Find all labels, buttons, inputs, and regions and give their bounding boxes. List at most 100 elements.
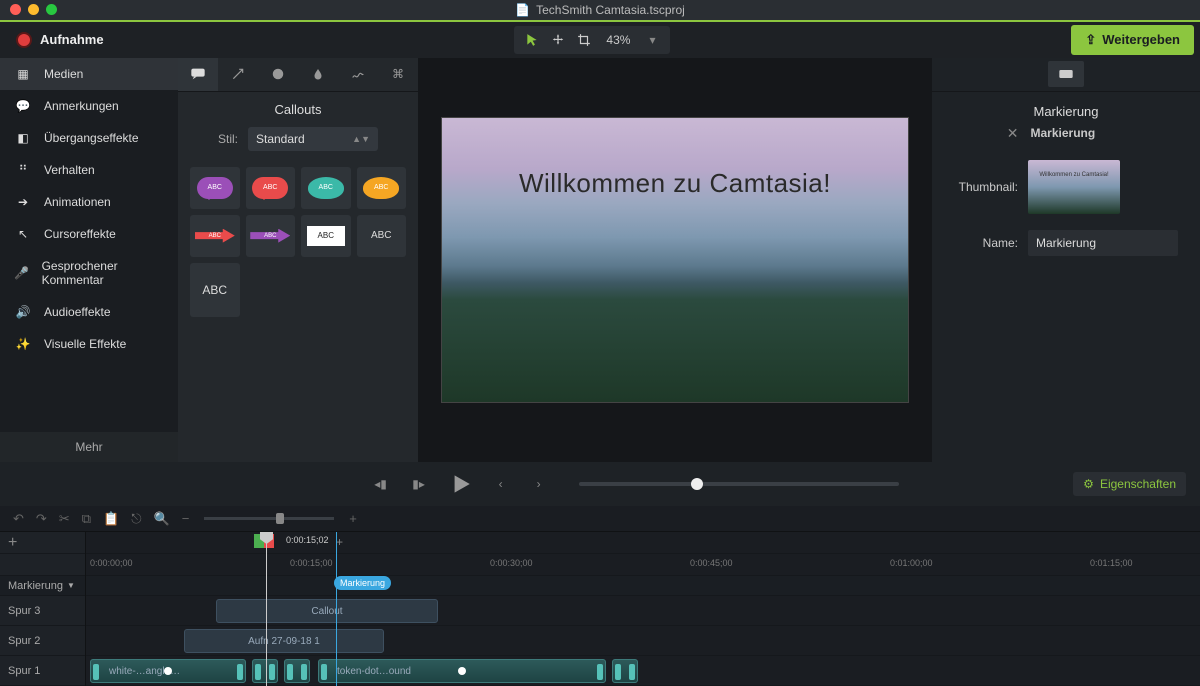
properties-toggle[interactable]: ⚙ Eigenschaften — [1073, 472, 1186, 496]
next-frame-button[interactable]: ▮▸ — [405, 470, 433, 498]
sidebar-item-cursoreffekte[interactable]: ↖ Cursoreffekte — [0, 218, 178, 250]
track-2[interactable]: Aufn 27-09-18 1 — [86, 626, 1200, 656]
tick: 0:00:15;00 — [290, 558, 333, 568]
add-marker-icon[interactable]: + — [336, 535, 343, 549]
clip-gap3[interactable] — [612, 659, 638, 683]
pan-tool-icon[interactable] — [546, 29, 570, 51]
tab-blur[interactable] — [298, 58, 338, 91]
animation-icon: ➔ — [14, 195, 32, 209]
track-1[interactable]: white-…angle… token-dot…ound — [86, 656, 1200, 686]
next-button[interactable]: › — [525, 470, 553, 498]
copy-icon[interactable]: ⧉ — [79, 509, 94, 529]
sidebar-item-label: Anmerkungen — [44, 99, 119, 113]
sidebar-item-kommentar[interactable]: 🎤 Gesprochener Kommentar — [0, 250, 178, 296]
prev-frame-button[interactable]: ◂▮ — [367, 470, 395, 498]
zoom-out-icon[interactable]: − — [179, 509, 193, 528]
timeline-toolbar: ↶ ↷ ✂ ⧉ 📋 ⎋ 🔍 − + — [0, 506, 1200, 532]
marker-row-label[interactable]: Markierung▼ — [0, 580, 85, 592]
add-track-button[interactable]: + — [0, 534, 85, 552]
clip-aufn[interactable]: Aufn 27-09-18 1 — [184, 629, 384, 653]
window-zoom-icon[interactable] — [46, 4, 57, 15]
window-minimize-icon[interactable] — [28, 4, 39, 15]
audio-icon: 🔊 — [14, 305, 32, 319]
cut-icon[interactable]: ✂ — [56, 509, 73, 529]
scrubber[interactable] — [579, 482, 899, 486]
play-button[interactable] — [443, 467, 477, 501]
tick: 0:00:00;00 — [90, 558, 133, 568]
marker-tag[interactable]: Markierung — [334, 576, 391, 590]
playhead[interactable] — [266, 532, 267, 686]
sidebar-item-uebergangseffekte[interactable]: ◧ Übergangseffekte — [0, 122, 178, 154]
select-tool-icon[interactable] — [520, 29, 544, 51]
clip-token[interactable]: token-dot…ound — [318, 659, 606, 683]
media-icon: ▦ — [14, 67, 32, 81]
tab-shapes[interactable] — [258, 58, 298, 91]
sidebar-item-verhalten[interactable]: ⠛ Verhalten — [0, 154, 178, 186]
mic-icon: 🎤 — [14, 266, 30, 280]
track-3[interactable]: Callout — [86, 596, 1200, 626]
sidebar-item-label: Cursoreffekte — [44, 227, 116, 241]
tab-keystroke[interactable]: ⌘ — [378, 58, 418, 91]
zoom-in-icon[interactable]: + — [346, 509, 360, 528]
wand-icon: ✨ — [14, 337, 32, 351]
clip-callout[interactable]: Callout — [216, 599, 438, 623]
redo-icon[interactable]: ↷ — [33, 509, 50, 529]
undo-icon[interactable]: ↶ — [10, 509, 27, 529]
callout-text-large[interactable]: ABC — [190, 263, 240, 317]
sidebar-item-animationen[interactable]: ➔ Animationen — [0, 186, 178, 218]
zoom-dropdown-icon[interactable]: ▾ — [640, 29, 664, 51]
zoom-level[interactable]: 43% — [598, 33, 638, 47]
sidebar-item-audioeffekte[interactable]: 🔊 Audioeffekte — [0, 296, 178, 328]
callout-cloud-teal[interactable]: ABC — [301, 167, 351, 209]
share-button[interactable]: ⇪ Weitergeben — [1071, 25, 1194, 55]
clip-white[interactable]: white-…angle… — [90, 659, 246, 683]
sidebar-item-label: Übergangseffekte — [44, 131, 139, 145]
sidebar-item-medien[interactable]: ▦ Medien — [0, 58, 178, 90]
name-label: Name: — [948, 236, 1018, 250]
scrubber-thumb[interactable] — [691, 478, 703, 490]
name-input[interactable] — [1028, 230, 1178, 256]
tab-callouts[interactable] — [178, 58, 218, 91]
props-tab-marker[interactable] — [1048, 61, 1084, 87]
record-button[interactable]: Aufnahme — [6, 28, 114, 52]
split-icon[interactable]: ⎋ — [128, 509, 144, 529]
tick: 0:00:45;00 — [690, 558, 733, 568]
transition-icon: ◧ — [14, 131, 32, 145]
track-label-2[interactable]: Spur 2 — [0, 635, 85, 647]
zoom-icon[interactable]: 🔍 — [151, 509, 173, 529]
sidebar-item-anmerkungen[interactable]: 💬 Anmerkungen — [0, 90, 178, 122]
track-label-1[interactable]: Spur 1 — [0, 665, 85, 677]
callout-text-plain[interactable]: ABC — [357, 215, 407, 257]
tab-arrows[interactable] — [218, 58, 258, 91]
window-close-icon[interactable] — [10, 4, 21, 15]
crop-tool-icon[interactable] — [572, 29, 596, 51]
clip-gap2[interactable] — [284, 659, 310, 683]
timeline-tracks-area[interactable]: 0:00:15;02 + 0:00:00;00 0:00:15;00 0:00:… — [86, 532, 1200, 686]
style-select[interactable]: Standard ▲▼ — [248, 127, 378, 151]
clip-gap1[interactable] — [252, 659, 278, 683]
canvas[interactable]: Willkommen zu Camtasia! — [441, 117, 909, 403]
track-label-3[interactable]: Spur 3 — [0, 605, 85, 617]
timeline-ruler[interactable]: 0:00:00;00 0:00:15;00 0:00:30;00 0:00:45… — [86, 554, 1200, 576]
callout-arrow-purple[interactable]: ABC — [246, 215, 296, 257]
style-value: Standard — [256, 132, 305, 146]
canvas-area[interactable]: Willkommen zu Camtasia! — [418, 58, 932, 463]
callout-bubble-red[interactable]: ABC — [246, 167, 296, 209]
behavior-icon: ⠛ — [14, 163, 32, 177]
callout-rect-white[interactable]: ABC — [301, 215, 351, 257]
callout-cloud-orange[interactable]: ABC — [357, 167, 407, 209]
playback-bar: ◂▮ ▮▸ ‹ › ⚙ Eigenschaften — [0, 462, 1200, 506]
top-toolbar: Aufnahme 43% ▾ ⇪ Weitergeben — [0, 22, 1200, 58]
callout-bubble-purple[interactable]: ABC — [190, 167, 240, 209]
paste-icon[interactable]: 📋 — [100, 509, 122, 529]
marker-line[interactable] — [336, 532, 337, 686]
close-icon[interactable]: ✕ — [1007, 125, 1019, 142]
callout-arrow-red[interactable]: ABC — [190, 215, 240, 257]
timeline-zoom-slider[interactable] — [204, 517, 334, 520]
prev-button[interactable]: ‹ — [487, 470, 515, 498]
sidebar-item-visuelle-effekte[interactable]: ✨ Visuelle Effekte — [0, 328, 178, 360]
window-title: TechSmith Camtasia.tscproj — [536, 3, 685, 17]
props-heading: Markierung — [932, 92, 1200, 121]
sidebar-more[interactable]: Mehr — [0, 432, 178, 462]
tab-sketch[interactable] — [338, 58, 378, 91]
